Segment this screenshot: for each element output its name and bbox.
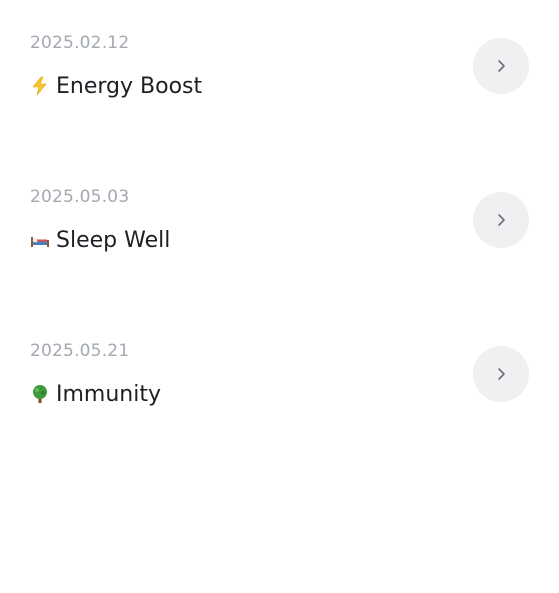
item-title-row: Energy Boost bbox=[30, 71, 202, 101]
list-item-sleep-well[interactable]: 2025.05.03 Sleep Well bbox=[0, 172, 559, 292]
chevron-right-icon bbox=[498, 214, 505, 226]
lightning-icon bbox=[30, 76, 50, 96]
bed-icon bbox=[30, 230, 50, 250]
chevron-right-icon bbox=[498, 368, 505, 380]
item-title-row: Sleep Well bbox=[30, 225, 170, 255]
item-date: 2025.02.12 bbox=[30, 33, 130, 53]
item-title: Sleep Well bbox=[56, 227, 171, 253]
list-item-energy-boost[interactable]: 2025.02.12 Energy Boost bbox=[0, 18, 559, 138]
item-date: 2025.05.03 bbox=[30, 187, 130, 207]
chevron-right-icon bbox=[498, 60, 505, 72]
item-title-row: Immunity bbox=[30, 379, 161, 409]
open-item-button[interactable] bbox=[473, 38, 529, 94]
item-title: Immunity bbox=[56, 381, 161, 407]
item-date: 2025.05.21 bbox=[30, 341, 130, 361]
tree-icon bbox=[30, 384, 50, 404]
item-title: Energy Boost bbox=[56, 73, 203, 99]
program-list: 2025.02.12 Energy Boost 2025.05.03 Sleep… bbox=[0, 0, 559, 593]
open-item-button[interactable] bbox=[473, 346, 529, 402]
open-item-button[interactable] bbox=[473, 192, 529, 248]
list-item-immunity[interactable]: 2025.05.21 Immunity bbox=[0, 326, 559, 446]
